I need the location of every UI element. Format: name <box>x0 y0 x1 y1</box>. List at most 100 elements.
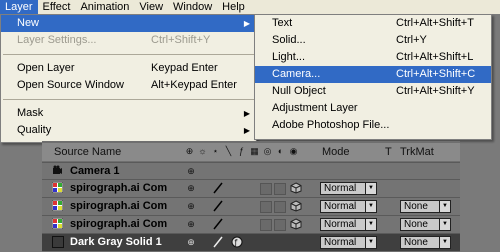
dropdown-arrow-icon: ▼ <box>365 237 376 248</box>
motion-blur-icon[interactable]: ◎ <box>262 146 273 157</box>
quality-switch-icon[interactable] <box>212 200 224 212</box>
menu-item-label: Camera... <box>272 68 321 80</box>
mode-dropdown[interactable]: Normal ▼ <box>320 236 377 249</box>
submenu-item-solid[interactable]: Solid... Ctrl+Y <box>255 32 491 49</box>
ai-file-icon <box>52 200 63 211</box>
shy-switch-icon[interactable]: ⊕ <box>185 182 197 194</box>
shy-icon[interactable]: ⊕ <box>184 146 195 157</box>
effect-switch-icon[interactable]: ƒ <box>231 236 243 248</box>
switch-box[interactable] <box>260 183 272 195</box>
source-name-header[interactable]: Source Name <box>54 143 121 161</box>
menu-separator <box>3 54 254 55</box>
menubar-animation[interactable]: Animation <box>75 0 134 14</box>
switch-box[interactable] <box>274 183 286 195</box>
effect-icon[interactable]: ƒ <box>236 146 247 157</box>
mode-value: Normal <box>324 237 357 248</box>
sun-icon[interactable]: ☼ <box>197 146 208 157</box>
menu-item-label: Mask <box>17 107 44 119</box>
3d-layer-icon[interactable] <box>290 182 302 194</box>
dropdown-arrow-icon: ▼ <box>365 183 376 194</box>
layer-row[interactable]: spirograph.ai Com ⊕ Normal ▼ None ▼ <box>42 215 460 233</box>
3d-layer-icon[interactable] <box>290 200 302 212</box>
menu-item-label: New <box>17 17 40 29</box>
mode-header[interactable]: Mode <box>322 143 350 161</box>
submenu-item-photoshop-file[interactable]: Adobe Photoshop File... <box>255 117 491 134</box>
layer-name[interactable]: Camera 1 <box>70 163 120 180</box>
shy-switch-icon[interactable]: ⊕ <box>185 165 197 177</box>
switch-box[interactable] <box>260 201 272 213</box>
mode-value: Normal <box>324 219 357 230</box>
3d-layer-icon[interactable] <box>290 218 302 230</box>
menu-item-label: Solid... <box>272 34 306 46</box>
submenu-item-camera[interactable]: Camera... Ctrl+Alt+Shift+C <box>255 66 491 83</box>
submenu-item-light[interactable]: Light... Ctrl+Alt+Shift+L <box>255 49 491 66</box>
quality-switch-icon[interactable] <box>212 236 224 248</box>
mode-value: Normal <box>324 201 357 212</box>
menu-item-open-layer[interactable]: Open Layer Keypad Enter <box>1 60 256 77</box>
submenu-item-adjustment-layer[interactable]: Adjustment Layer <box>255 100 491 117</box>
menu-item-shortcut: Ctrl+Alt+Shift+T <box>396 17 474 29</box>
menubar-view[interactable]: View <box>134 0 168 14</box>
submenu-arrow-icon: ▶ <box>243 19 250 28</box>
dropdown-arrow-icon: ▼ <box>439 219 450 230</box>
layer-name[interactable]: spirograph.ai Com <box>70 180 167 197</box>
submenu-item-null-object[interactable]: Null Object Ctrl+Alt+Shift+Y <box>255 83 491 100</box>
layer-row[interactable]: spirograph.ai Com ⊕ Normal ▼ None ▼ <box>42 197 460 215</box>
menu-item-new[interactable]: New ▶ <box>1 15 256 32</box>
collapse-icon[interactable]: ⋆ <box>210 146 221 157</box>
menu-item-shortcut: Ctrl+Alt+Shift+Y <box>396 85 475 97</box>
quality-icon[interactable]: ╲ <box>223 146 234 157</box>
layer-name[interactable]: spirograph.ai Com <box>70 216 167 233</box>
menu-item-shortcut: Alt+Keypad Enter <box>151 79 237 91</box>
timeline-header: Source Name ⊕ ☼ ⋆ ╲ ƒ ▦ ◎ ◐ ◉ Mode T Trk… <box>42 143 460 161</box>
mode-dropdown[interactable]: Normal ▼ <box>320 200 377 213</box>
menu-item-quality[interactable]: Quality ▶ <box>1 122 256 139</box>
menubar-help[interactable]: Help <box>217 0 250 14</box>
switch-box[interactable] <box>274 219 286 231</box>
menu-item-label: Light... <box>272 51 306 63</box>
layer-row-selected[interactable]: Dark Gray Solid 1 ⊕ ƒ Normal ▼ None ▼ <box>42 233 460 251</box>
mode-dropdown[interactable]: Normal ▼ <box>320 218 377 231</box>
layer-name[interactable]: spirograph.ai Com <box>70 198 167 215</box>
trkmat-dropdown[interactable]: None ▼ <box>400 218 451 231</box>
menu-separator <box>3 99 254 100</box>
mode-dropdown[interactable]: Normal ▼ <box>320 182 377 195</box>
ai-file-icon <box>52 218 63 229</box>
trkmat-dropdown[interactable]: None ▼ <box>400 236 451 249</box>
svg-text:ƒ: ƒ <box>234 238 238 247</box>
shy-switch-icon[interactable]: ⊕ <box>185 200 197 212</box>
solid-color-icon <box>52 236 64 248</box>
menu-item-shortcut: Ctrl+Alt+Shift+L <box>396 51 474 63</box>
frame-blend-icon[interactable]: ▦ <box>249 146 260 157</box>
quality-switch-icon[interactable] <box>212 182 224 194</box>
switch-box[interactable] <box>274 201 286 213</box>
t-header[interactable]: T <box>385 143 392 161</box>
trkmat-dropdown[interactable]: None ▼ <box>400 200 451 213</box>
shy-switch-icon[interactable]: ⊕ <box>185 236 197 248</box>
dropdown-arrow-icon: ▼ <box>439 237 450 248</box>
menubar-layer[interactable]: Layer <box>0 0 38 14</box>
layer-row[interactable]: Camera 1 ⊕ <box>42 162 460 180</box>
switch-box[interactable] <box>260 219 272 231</box>
new-submenu: Text Ctrl+Alt+Shift+T Solid... Ctrl+Y Li… <box>254 14 492 140</box>
shy-switch-icon[interactable]: ⊕ <box>185 218 197 230</box>
timeline-panel: Source Name ⊕ ☼ ⋆ ╲ ƒ ▦ ◎ ◐ ◉ Mode T Trk… <box>42 141 460 252</box>
menu-item-layer-settings[interactable]: Layer Settings... Ctrl+Shift+Y <box>1 32 256 49</box>
adjustment-icon[interactable]: ◐ <box>275 146 286 157</box>
submenu-item-text[interactable]: Text Ctrl+Alt+Shift+T <box>255 15 491 32</box>
switches-header: ⊕ ☼ ⋆ ╲ ƒ ▦ ◎ ◐ ◉ <box>184 146 299 157</box>
menu-item-mask[interactable]: Mask ▶ <box>1 105 256 122</box>
menubar-effect[interactable]: Effect <box>38 0 76 14</box>
menu-item-label: Adjustment Layer <box>272 102 358 114</box>
layer-name[interactable]: Dark Gray Solid 1 <box>70 234 162 251</box>
layer-menu: New ▶ Layer Settings... Ctrl+Shift+Y Ope… <box>0 14 257 143</box>
menubar-window[interactable]: Window <box>168 0 217 14</box>
3d-icon[interactable]: ◉ <box>288 146 299 157</box>
layer-row[interactable]: spirograph.ai Com ⊕ Normal ▼ <box>42 179 460 197</box>
trkmat-value: None <box>404 237 428 248</box>
trkmat-header[interactable]: TrkMat <box>400 143 434 161</box>
ai-file-icon <box>52 182 63 193</box>
quality-switch-icon[interactable] <box>212 218 224 230</box>
menu-item-open-source-window[interactable]: Open Source Window Alt+Keypad Enter <box>1 77 256 94</box>
menu-item-label: Adobe Photoshop File... <box>272 119 390 131</box>
